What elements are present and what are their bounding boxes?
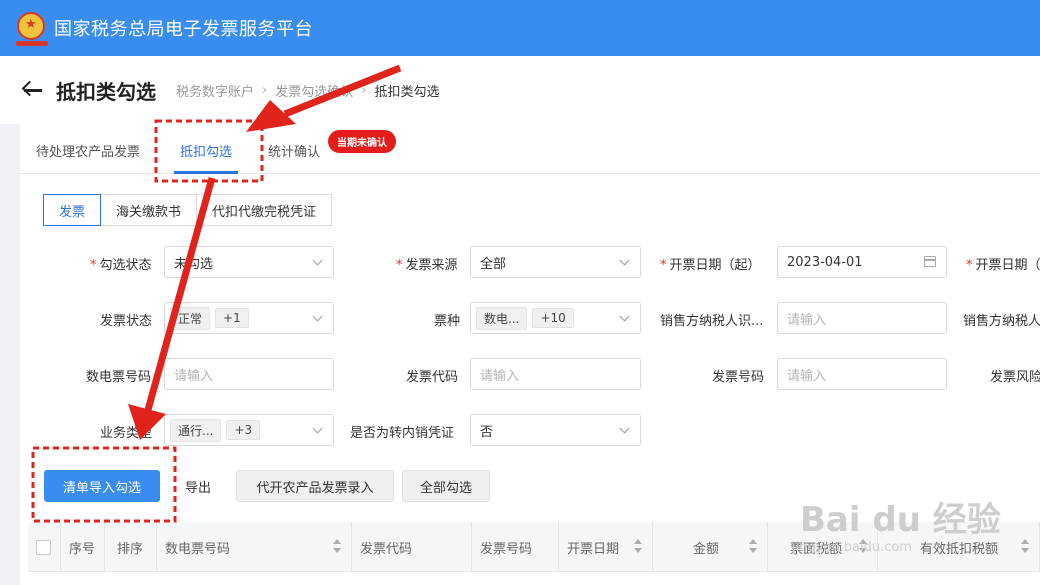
chevron-down-icon — [619, 423, 630, 434]
active-tab-indicator — [174, 171, 238, 174]
col-issue-date[interactable]: 开票日期 — [559, 522, 653, 572]
business-type-label: 业务类型 — [100, 426, 153, 441]
invoice-source-label: * 发票来源 — [396, 258, 458, 273]
invoice-source-select[interactable]: 全部 — [470, 246, 641, 278]
col-digital-number[interactable]: 数电票号码 — [157, 522, 352, 572]
invoice-risk-label: 发票风险 — [990, 370, 1040, 385]
tab-stat-confirm[interactable]: 统计确认 — [268, 141, 320, 160]
unconfirmed-badge: 当期未确认 — [328, 130, 396, 153]
col-invoice-number: 发票号码 — [472, 522, 559, 572]
selected-tag: 数电... — [476, 306, 528, 330]
chevron-right-icon: › — [262, 82, 268, 98]
page-title: 抵扣类勾选 — [56, 79, 156, 104]
business-type-select[interactable]: 通行... +3 — [164, 414, 334, 446]
invoice-status-label: 发票状态 — [100, 314, 153, 329]
col-sort: 排序 — [105, 522, 157, 572]
select-all-checkbox-cell[interactable] — [28, 522, 61, 572]
chevron-down-icon — [312, 311, 323, 322]
seller-tax-id-input[interactable]: 请输入 — [777, 302, 947, 334]
more-count-tag: +3 — [226, 420, 261, 440]
date-start-label: * 开票日期（起） — [660, 258, 761, 273]
selected-tag: 正常 — [170, 306, 211, 330]
subtab-customs[interactable]: 海关缴款书 — [100, 194, 198, 226]
breadcrumb-item[interactable]: 税务数字账户 — [176, 81, 254, 100]
seller-name-label: 销售方纳税人 — [963, 314, 1040, 329]
tab-deduct-select[interactable]: 抵扣勾选 — [180, 141, 232, 160]
subtab-withholding[interactable]: 代扣代缴完税凭证 — [196, 194, 333, 226]
invoice-type-label: 票种 — [434, 314, 461, 329]
more-count-tag: +1 — [215, 308, 249, 328]
export-button[interactable]: 导出 — [172, 470, 224, 502]
invoice-type-select[interactable]: 数电... +10 — [470, 302, 641, 334]
chevron-right-icon: › — [361, 82, 367, 98]
date-start-picker[interactable]: 2023-04-01 — [777, 246, 947, 278]
invoice-number-input[interactable]: 请输入 — [777, 358, 947, 390]
tax-emblem-logo: ★ — [14, 10, 50, 46]
checkbox[interactable] — [36, 539, 51, 555]
sort-icon[interactable] — [1021, 539, 1029, 555]
subtab-invoice[interactable]: 发票 — [43, 194, 102, 226]
invoice-code-input[interactable]: 请输入 — [470, 358, 641, 390]
agri-invoice-entry-button[interactable]: 代开农产品发票录入 — [236, 470, 394, 502]
selected-tag: 通行... — [170, 418, 222, 442]
invoice-number-label: 发票号码 — [712, 370, 765, 385]
digital-number-input[interactable]: 请输入 — [164, 358, 334, 390]
doc-type-switch: 发票 海关缴款书 代扣代缴完税凭证 — [43, 194, 333, 226]
tab-bar: 待处理农产品发票 抵扣勾选 统计确认 当期未确认 — [20, 124, 1040, 174]
date-end-label: * 开票日期（ — [966, 258, 1040, 273]
watermark: Bai du 经验 — [800, 500, 1001, 540]
breadcrumb-current: 抵扣类勾选 — [374, 84, 440, 100]
sort-icon[interactable] — [333, 539, 341, 555]
page-title-bar: 抵扣类勾选 税务数字账户 › 发票勾选确认 › 抵扣类勾选 — [0, 56, 1040, 124]
invoice-code-label: 发票代码 — [406, 370, 459, 385]
col-invoice-code: 发票代码 — [352, 522, 472, 572]
watermark-sub: jingyan.baidu.com — [792, 540, 912, 555]
breadcrumb: 税务数字账户 › 发票勾选确认 › 抵扣类勾选 — [176, 81, 439, 100]
calendar-icon — [924, 256, 936, 267]
chevron-down-icon — [619, 255, 630, 266]
transfer-out-label: 是否为转内销凭证 — [350, 426, 455, 441]
check-status-label: * 勾选状态 — [90, 258, 152, 273]
select-all-button[interactable]: 全部勾选 — [402, 470, 490, 502]
import-select-button[interactable]: 清单导入勾选 — [44, 470, 160, 502]
breadcrumb-item[interactable]: 发票勾选确认 — [275, 81, 353, 100]
more-count-tag: +10 — [532, 308, 574, 328]
app-title: 国家税务总局电子发票服务平台 — [54, 19, 313, 40]
col-amount[interactable]: 金额 — [653, 522, 768, 572]
chevron-down-icon — [619, 311, 630, 322]
chevron-down-icon — [312, 255, 323, 266]
invoice-status-select[interactable]: 正常 +1 — [164, 302, 334, 334]
check-status-select[interactable]: 未勾选 — [164, 246, 334, 278]
app-header: ★ 国家税务总局电子发票服务平台 — [0, 0, 1040, 56]
digital-number-label: 数电票号码 — [86, 370, 152, 385]
chevron-down-icon — [312, 423, 323, 434]
sort-icon[interactable] — [634, 539, 642, 555]
tab-pending-agri[interactable]: 待处理农产品发票 — [36, 141, 140, 160]
sort-icon[interactable] — [749, 539, 757, 555]
transfer-out-select[interactable]: 否 — [470, 414, 641, 446]
seller-tax-id-label: 销售方纳税人识... — [660, 314, 764, 329]
back-arrow-icon[interactable] — [21, 79, 44, 101]
col-index: 序号 — [61, 522, 105, 572]
